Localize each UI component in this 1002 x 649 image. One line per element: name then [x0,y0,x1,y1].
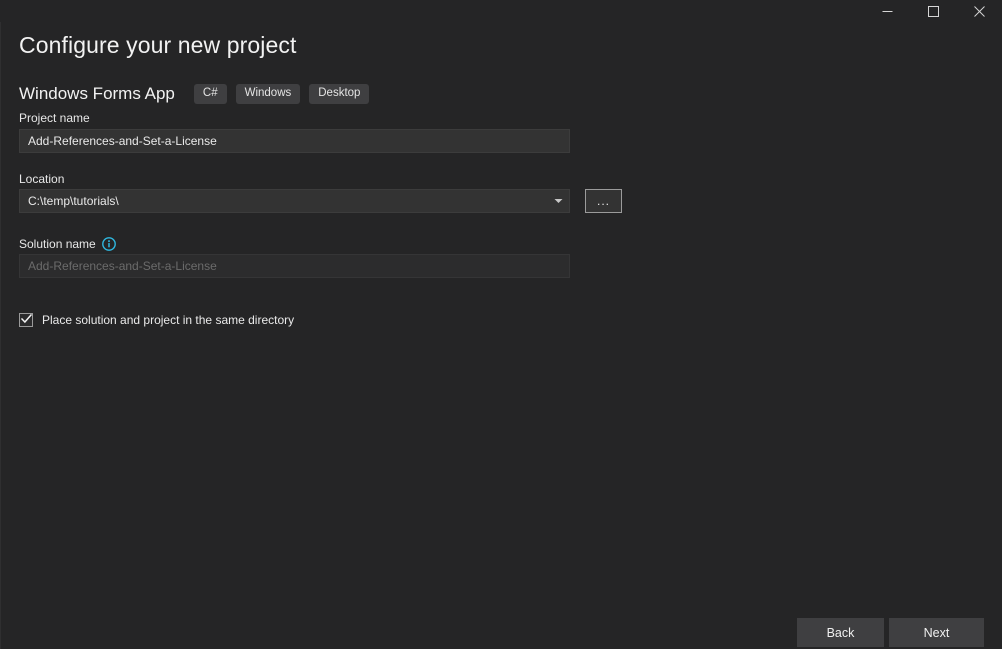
template-header-row: Windows Forms App C# Windows Desktop [19,82,370,106]
template-tag-platform: Windows [235,83,301,105]
back-button[interactable]: Back [797,618,884,647]
check-icon [20,311,32,329]
template-name: Windows Forms App [19,84,175,103]
window-titlebar [0,0,1002,22]
solution-name-label: Solution name [19,237,96,251]
template-tag-project-type: Desktop [309,83,370,105]
solution-name-label-row: Solution name [19,237,116,251]
location-value: C:\temp\tutorials\ [28,194,119,208]
project-name-value: Add-References-and-Set-a-License [28,134,217,148]
close-icon [973,5,985,17]
window-maximize-button[interactable] [910,0,956,22]
solution-name-value: Add-References-and-Set-a-License [28,259,217,273]
window-close-button[interactable] [956,0,1002,22]
window-minimize-button[interactable] [864,0,910,22]
dialog-content: Configure your new project Windows Forms… [0,22,1002,649]
location-label: Location [19,172,65,186]
chevron-down-icon[interactable] [550,190,567,212]
page-title: Configure your new project [19,32,297,58]
maximize-icon [927,5,939,17]
minimize-icon [882,6,893,17]
dialog-footer: Back Next [0,618,1002,649]
same-directory-checkbox[interactable] [19,313,33,327]
location-combobox[interactable]: C:\temp\tutorials\ [19,189,570,213]
solution-name-input: Add-References-and-Set-a-License [19,254,570,278]
next-button[interactable]: Next [889,618,984,647]
template-tag-list: C# Windows Desktop [193,83,370,105]
info-icon[interactable] [101,237,116,251]
same-directory-checkbox-row[interactable]: Place solution and project in the same d… [19,313,294,327]
same-directory-label: Place solution and project in the same d… [42,313,295,327]
project-name-input[interactable]: Add-References-and-Set-a-License [19,129,570,153]
project-name-label: Project name [19,111,90,125]
location-browse-button[interactable]: ... [585,189,622,213]
template-tag-language: C# [193,83,227,105]
